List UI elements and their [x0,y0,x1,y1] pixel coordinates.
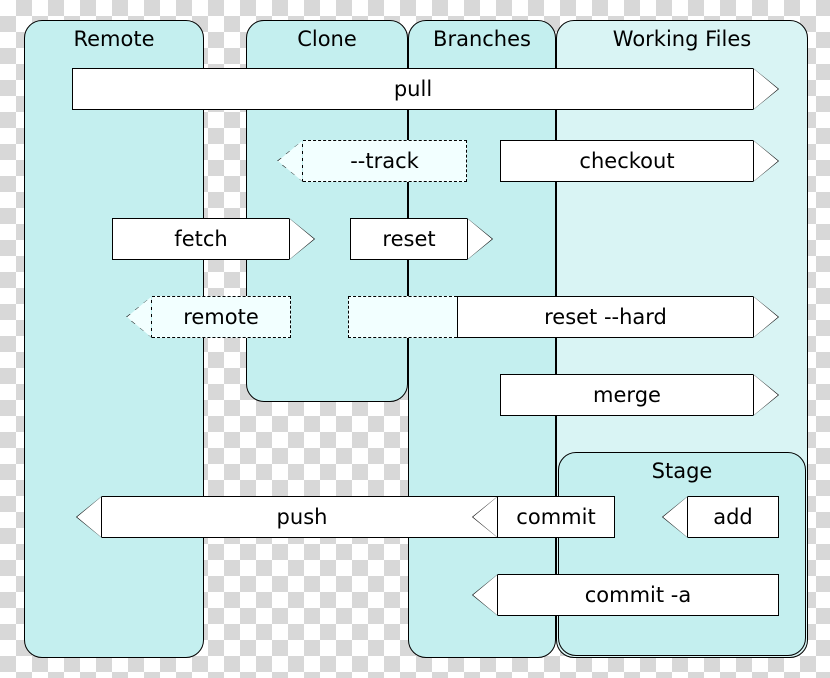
region-clone-label: Clone [247,27,407,51]
region-remote-label: Remote [25,27,203,51]
region-remote: Remote [24,20,204,658]
arrow-fetch: fetch [112,218,289,260]
arrow-track-label: --track [350,149,419,173]
arrow-reset-hard-label: reset --hard [544,305,667,329]
arrow-merge-label: merge [593,383,661,407]
arrow-push: push [102,496,503,538]
region-branches-label: Branches [409,27,555,51]
arrow-commit: commit [498,496,615,538]
arrow-push-label: push [277,505,328,529]
region-stage-label: Stage [559,459,805,483]
arrow-reset: reset [350,218,467,260]
arrow-pull: pull [72,68,753,110]
arrow-reset-hard: reset --hard [457,296,753,338]
arrow-merge: merge [500,374,753,416]
arrow-fetch-label: fetch [174,227,227,251]
arrow-checkout-label: checkout [579,149,674,173]
arrow-add-label: add [713,505,753,529]
arrow-commit-a: commit -a [498,574,779,616]
region-stage: Stage [558,452,806,656]
arrow-pull-label: pull [394,77,432,101]
region-branches: Branches [408,20,556,658]
arrow-add: add [688,496,779,538]
arrow-reset-label: reset [382,227,435,251]
region-working-files-label: Working Files [557,27,807,51]
arrow-reset-hard-tail [348,296,457,338]
arrow-commit-a-label: commit -a [585,583,692,607]
arrow-track: --track [303,140,467,182]
diagram-canvas: Remote Clone Branches Working Files Stag… [0,0,830,678]
arrow-commit-label: commit [516,505,595,529]
arrow-remote: remote [152,296,291,338]
arrow-checkout: checkout [500,140,753,182]
arrow-remote-label: remote [183,305,259,329]
